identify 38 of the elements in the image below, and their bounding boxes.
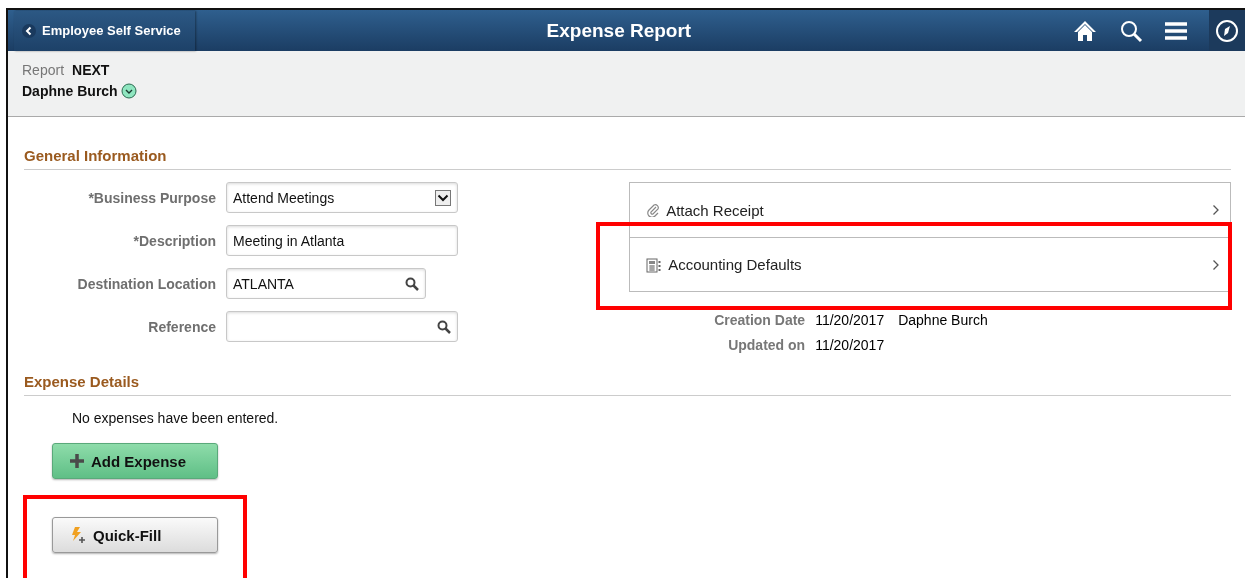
info-label: Updated on bbox=[727, 337, 806, 353]
input-field[interactable]: Meeting in Atlanta bbox=[226, 225, 458, 256]
empty-message: No expenses have been entered. bbox=[71, 409, 280, 426]
info-value: 11/20/2017 bbox=[815, 312, 885, 328]
lightning-plus-icon bbox=[69, 526, 87, 544]
search-icon[interactable] bbox=[1119, 18, 1143, 43]
report-label: Report bbox=[22, 61, 65, 78]
info-value: 11/20/2017 bbox=[815, 337, 885, 353]
menu-icon[interactable] bbox=[1165, 20, 1187, 41]
search-icon bbox=[405, 276, 419, 291]
section-heading: Expense Details bbox=[24, 373, 1231, 396]
compass-icon[interactable] bbox=[1209, 10, 1245, 51]
home-icon[interactable] bbox=[1073, 19, 1097, 42]
info-value: Daphne Burch bbox=[898, 312, 988, 328]
lookup-field[interactable]: ATLANTA bbox=[226, 268, 426, 299]
add-expense-button[interactable]: Add Expense bbox=[52, 443, 218, 479]
lookup-field[interactable] bbox=[226, 311, 458, 342]
employee-name: Daphne Burch bbox=[22, 82, 118, 99]
field-label: *Business Purpose bbox=[87, 189, 216, 206]
dropdown-icon bbox=[435, 189, 451, 206]
plus-icon bbox=[69, 453, 85, 469]
field-label: *Description bbox=[132, 232, 216, 249]
back-button[interactable]: Employee Self Service bbox=[14, 10, 195, 51]
business-purpose-select[interactable]: Attend Meetings bbox=[226, 182, 458, 213]
field-label: Reference bbox=[147, 318, 216, 335]
calculator-icon bbox=[646, 256, 663, 273]
report-id: NEXT bbox=[72, 61, 110, 78]
info-label: Creation Date bbox=[713, 312, 806, 328]
section-heading: General Information bbox=[24, 147, 1231, 170]
page-title: Expense Report bbox=[546, 19, 692, 42]
expand-icon[interactable] bbox=[120, 82, 137, 99]
search-icon bbox=[437, 319, 451, 334]
field-label: Destination Location bbox=[76, 275, 216, 292]
paperclip-icon bbox=[646, 203, 661, 217]
back-icon bbox=[22, 23, 36, 38]
quick-fill-button[interactable]: Quick-Fill bbox=[52, 517, 218, 553]
chevron-right-icon bbox=[1212, 204, 1220, 216]
chevron-right-icon bbox=[1212, 258, 1220, 271]
